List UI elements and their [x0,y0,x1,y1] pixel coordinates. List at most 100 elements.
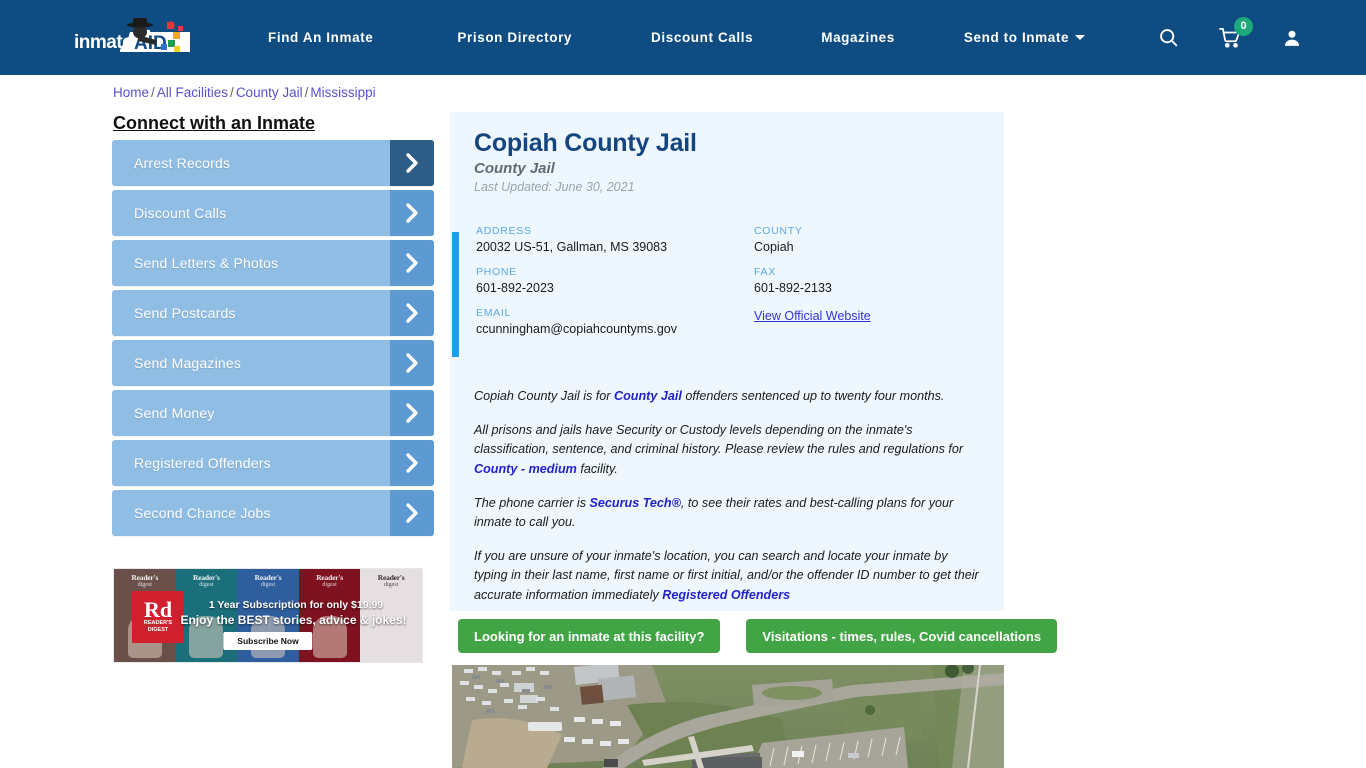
sidebar-item-send-postcards[interactable]: Send Postcards [112,290,434,336]
official-website-link[interactable]: View Official Website [754,309,871,323]
sidebar-item-send-magazines[interactable]: Send Magazines [112,340,434,386]
field-value: 601-892-2023 [476,281,554,295]
ad-subscribe-button[interactable]: Subscribe Now [223,632,313,650]
search-icon[interactable] [1156,26,1180,50]
svg-text:inmate: inmate [74,32,132,53]
ad-cover-sub: digest [322,582,337,588]
nav-item-send-to-inmate[interactable]: Send to Inmate [963,30,1086,45]
field-fax: FAX 601-892-2133 [754,266,986,307]
facility-type: County Jail [474,160,555,177]
chevron-right-icon [390,490,434,536]
nav-item-find-an-inmate[interactable]: Find An Inmate [268,30,373,45]
nav-item-send-to-inmate-label: Send to Inmate [963,30,1070,45]
field-label: PHONE [476,266,517,278]
nav-item-prison-directory[interactable]: Prison Directory [457,30,572,45]
sidebar-menu: Arrest Records Discount Calls Send Lette… [112,140,434,540]
site-logo[interactable]: inmate AID [72,16,194,60]
ad-subhead: Enjoy the BEST stories, advice & jokes! [180,613,407,627]
field-value: 20032 US-51, Gallman, MS 39083 [476,240,668,254]
ad-cover-sub: digest [137,582,152,588]
chevron-right-icon [390,340,434,386]
desc-p2-text-b: facility. [576,461,618,476]
sidebar-item-send-money[interactable]: Send Money [112,390,434,436]
ad-cover-sub: digest [384,582,399,588]
sidebar-item-send-letters-photos[interactable]: Send Letters & Photos [112,240,434,286]
ad-logo-abbrev: Rd [143,597,173,622]
nav-item-magazines[interactable]: Magazines [821,30,895,45]
desc-p2-link-county-medium[interactable]: County - medium [474,462,577,476]
facility-contact-block: ADDRESS 20032 US-51, Gallman, MS 39083 C… [452,225,1004,357]
inmate-search-button[interactable]: Looking for an inmate at this facility? [458,619,721,653]
field-label: FAX [754,266,776,278]
ad-logo-sub-2: DIGEST [147,627,169,633]
sidebar-item-label: Discount Calls [134,205,227,221]
breadcrumb-item-county-jail[interactable]: County Jail [236,85,303,100]
field-official-website: View Official Website [754,307,986,348]
facility-last-updated: Last Updated: June 30, 2021 [474,180,635,194]
cart-icon[interactable]: 0 [1218,16,1253,50]
sidebar-item-label: Send Letters & Photos [134,255,279,271]
sidebar-item-label: Send Money [134,405,215,421]
visitation-info-button[interactable]: Visitations - times, rules, Covid cancel… [746,619,1058,653]
inmate-aid-logo-icon: inmate AID [74,18,190,54]
field-label: EMAIL [476,307,512,319]
field-county: COUNTY Copiah [754,225,986,266]
ad-cover-sub: digest [260,582,276,588]
field-address: ADDRESS 20032 US-51, Gallman, MS 39083 [476,225,754,266]
breadcrumb-separator: / [151,85,155,100]
sidebar-item-label: Second Chance Jobs [134,505,271,521]
chevron-down-icon [1075,35,1086,40]
desc-p1-text-a: Copiah County Jail is for [474,389,614,403]
ad-cover-title: Reader's [254,573,282,582]
ad-cover-title: Reader's [193,573,220,582]
sidebar-item-label: Send Magazines [134,355,242,371]
field-email: EMAIL ccunningham@copiahcountyms.gov [476,307,754,348]
facility-action-buttons: Looking for an inmate at this facility? … [458,619,1058,653]
desc-p1-link-county-jail[interactable]: County Jail [614,389,682,403]
facility-aerial-photo[interactable] [452,665,1004,768]
facility-contact-grid: ADDRESS 20032 US-51, Gallman, MS 39083 C… [476,225,986,348]
ad-cover-title: Reader's [377,573,405,582]
advertisement-readers-digest[interactable]: Reader's digest Reader's digest Reader's… [113,568,423,663]
breadcrumb-item-home[interactable]: Home [113,85,149,100]
desc-p4-link-registered-offenders[interactable]: Registered Offenders [662,588,790,602]
ad-headline: 1 Year Subscription for only $19.99 [208,599,384,611]
facility-info-card: Copiah County Jail County Jail Last Upda… [450,112,1004,611]
field-label: COUNTY [754,225,803,237]
field-phone: PHONE 601-892-2023 [476,266,754,307]
breadcrumb: Home / All Facilities / County Jail / Mississi… [113,85,376,100]
ad-cover-title: Reader's [131,573,159,582]
chevron-right-icon [390,440,434,486]
ad-cover-sub: digest [199,582,214,588]
sidebar-item-registered-offenders[interactable]: Registered Offenders [112,440,434,486]
field-value: Copiah [754,240,794,254]
field-label: ADDRESS [476,225,532,237]
chevron-right-icon [390,390,434,436]
chevron-right-icon [390,290,434,336]
desc-p3-link-securus-tech[interactable]: Securus Tech® [590,496,681,510]
description-paragraph-1: Copiah County Jail is for County Jail of… [474,387,982,406]
desc-p3-text-a: The phone carrier is [474,495,590,510]
breadcrumb-item-all-facilities[interactable]: All Facilities [157,85,228,100]
chevron-right-icon [390,140,434,186]
description-paragraph-4: If you are unsure of your inmate's locat… [474,547,982,605]
field-value: 601-892-2133 [754,281,832,295]
cart-count-badge: 0 [1234,16,1253,36]
breadcrumb-separator: / [230,85,234,100]
sidebar-item-discount-calls[interactable]: Discount Calls [112,190,434,236]
user-account-icon[interactable] [1280,26,1304,50]
nav-item-discount-calls[interactable]: Discount Calls [651,30,753,45]
breadcrumb-item-mississippi[interactable]: Mississippi [310,85,375,100]
sidebar-item-arrest-records[interactable]: Arrest Records [112,140,434,186]
aerial-photo-graphic [452,665,1004,768]
accent-bar [452,232,459,357]
sidebar-item-second-chance-jobs[interactable]: Second Chance Jobs [112,490,434,536]
desc-p2-text-a: All prisons and jails have Security or C… [474,423,964,457]
field-value: ccunningham@copiahcountyms.gov [476,322,677,336]
description-paragraph-2: All prisons and jails have Security or C… [474,421,982,479]
site-header: inmate AID Find An Inmate Prison Directo… [0,0,1366,75]
ad-cover-title: Reader's [316,573,343,582]
sidebar-heading: Connect with an Inmate [113,113,316,133]
desc-p1-text-b: offenders sentenced up to twenty four mo… [681,389,945,403]
chevron-right-icon [390,190,434,236]
